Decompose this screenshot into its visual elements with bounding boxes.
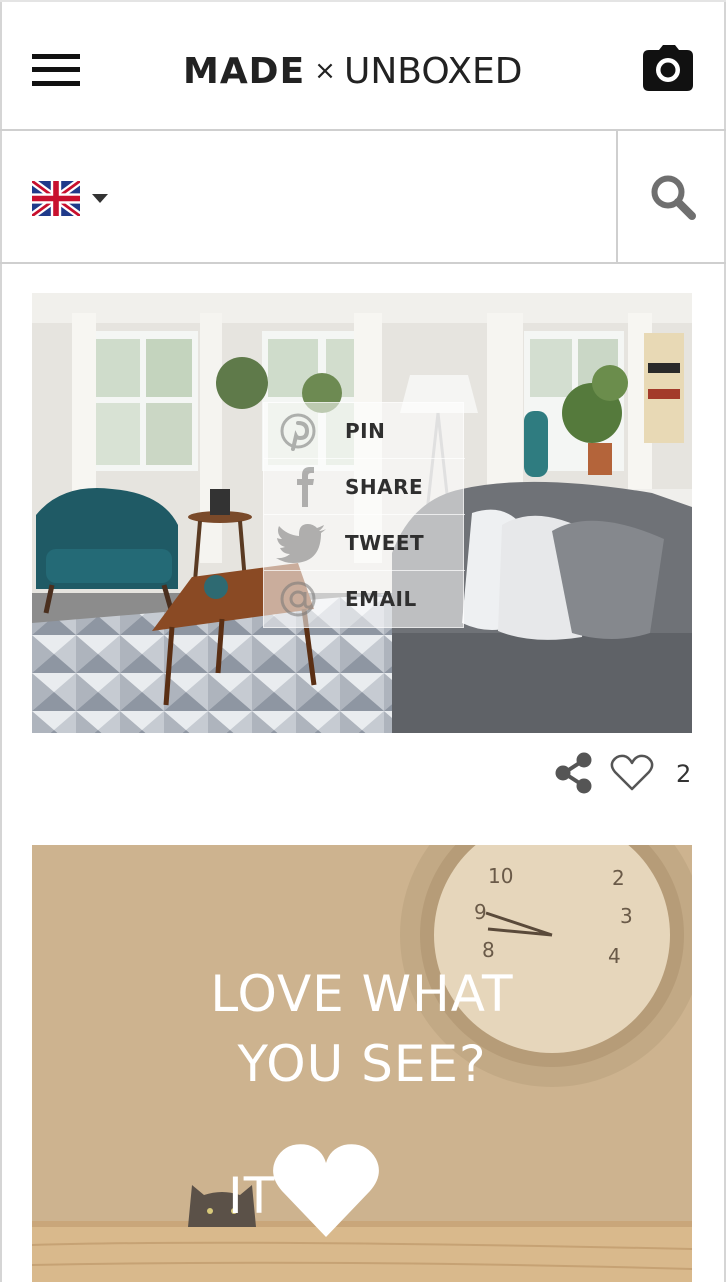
twitter-icon <box>276 524 326 563</box>
share-label: PIN <box>345 419 386 443</box>
like-count: 2 <box>676 760 692 788</box>
brand-logo[interactable]: MADE × UNBOXED <box>183 48 543 94</box>
at-email-icon <box>280 581 316 617</box>
share-menu-tweet[interactable]: TWEET <box>264 515 465 571</box>
post-actions: 2 <box>552 752 702 796</box>
logo-unboxed: UNBOXED <box>343 50 523 92</box>
share-label: SHARE <box>345 475 424 499</box>
promo-line-1: LOVE WHAT <box>210 965 514 1023</box>
logo-x: × <box>314 56 336 86</box>
promo-line-2: YOU SEE? <box>237 1035 487 1093</box>
share-menu-share[interactable]: SHARE <box>264 459 465 515</box>
search-button[interactable] <box>616 131 724 262</box>
search-bar <box>0 131 726 264</box>
share-menu: PIN SHARE TWEET EMAIL <box>263 402 465 628</box>
uk-flag-icon <box>32 180 80 216</box>
logo-made: MADE <box>183 50 306 92</box>
heart-icon[interactable] <box>610 754 654 792</box>
svg-text:8: 8 <box>482 938 495 962</box>
language-selector[interactable] <box>32 179 114 217</box>
share-menu-pin[interactable]: PIN <box>264 403 465 459</box>
facebook-icon <box>297 467 314 507</box>
promo-line-3: IT <box>228 1167 276 1225</box>
search-icon <box>651 175 696 220</box>
share-menu-email[interactable]: EMAIL <box>264 571 465 627</box>
pinterest-icon <box>280 413 316 451</box>
share-label: TWEET <box>345 531 425 555</box>
share-icon[interactable] <box>554 752 594 794</box>
svg-text:9: 9 <box>474 900 487 924</box>
svg-text:10: 10 <box>488 864 513 888</box>
chevron-down-icon <box>92 193 108 203</box>
camera-icon[interactable] <box>643 45 693 91</box>
post-image-promo[interactable]: 10 9 8 3 2 4 LOVE WHAT YOU SEE? IT <box>32 845 692 1282</box>
share-label: EMAIL <box>345 587 417 611</box>
svg-text:2: 2 <box>612 866 625 890</box>
search-input[interactable] <box>130 151 600 243</box>
hamburger-menu-icon[interactable] <box>32 54 80 88</box>
svg-text:3: 3 <box>620 904 633 928</box>
app-header: MADE × UNBOXED <box>0 0 726 131</box>
